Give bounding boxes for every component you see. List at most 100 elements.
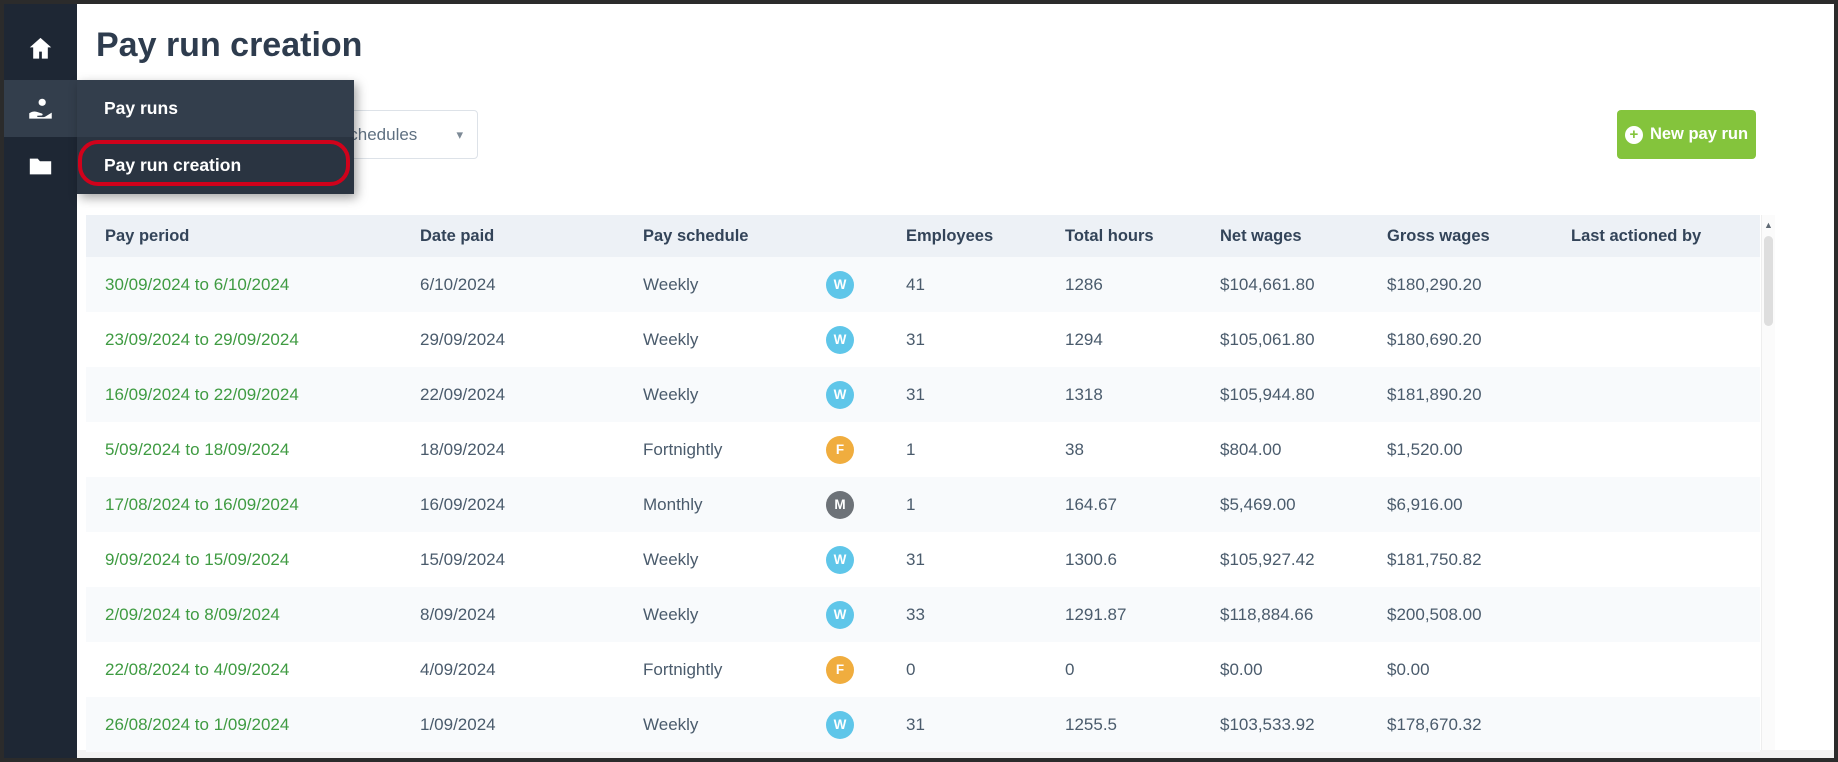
gross-wages-cell: $0.00	[1387, 659, 1430, 679]
net-wages-cell: $5,469.00	[1220, 494, 1296, 514]
gross-wages-cell: $1,520.00	[1387, 439, 1463, 459]
net-wages-cell: $103,533.92	[1220, 714, 1315, 734]
table-row: 5/09/2024 to 18/09/2024 18/09/2024 Fortn…	[86, 422, 1760, 477]
pay-schedule-cell: Fortnightly	[643, 439, 723, 459]
table-row: 17/08/2024 to 16/09/2024 16/09/2024 Mont…	[86, 477, 1760, 532]
employees-cell: 0	[906, 659, 916, 679]
employees-cell: 33	[906, 604, 925, 624]
pay-schedule-cell: Weekly	[643, 384, 699, 404]
table-row: 22/08/2024 to 4/09/2024 4/09/2024 Fortni…	[86, 642, 1760, 697]
total-hours-cell: 1255.5	[1065, 714, 1117, 734]
vertical-scrollbar[interactable]: ▲	[1761, 215, 1775, 750]
employees-cell: 1	[906, 494, 916, 514]
employees-cell: 41	[906, 274, 925, 294]
date-paid-cell: 1/09/2024	[420, 714, 496, 734]
sidebar	[4, 4, 77, 758]
schedule-badge: M	[826, 490, 854, 519]
header-employees[interactable]: Employees	[887, 227, 1046, 246]
header-date-paid[interactable]: Date paid	[401, 227, 624, 246]
pay-period-link[interactable]: 16/09/2024 to 22/09/2024	[105, 385, 299, 404]
net-wages-cell: $105,061.80	[1220, 329, 1315, 349]
pay-period-link[interactable]: 26/08/2024 to 1/09/2024	[105, 715, 289, 734]
pay-period-link[interactable]: 22/08/2024 to 4/09/2024	[105, 660, 289, 679]
pay-schedule-cell: Fortnightly	[643, 659, 723, 679]
date-paid-cell: 8/09/2024	[420, 604, 496, 624]
schedule-badge: W	[826, 600, 854, 629]
plus-icon: +	[1624, 125, 1643, 144]
net-wages-cell: $104,661.80	[1220, 274, 1315, 294]
gross-wages-cell: $200,508.00	[1387, 604, 1482, 624]
date-paid-cell: 16/09/2024	[420, 494, 506, 514]
pay-schedule-cell: Weekly	[643, 714, 699, 734]
date-paid-cell: 15/09/2024	[420, 549, 506, 569]
menu-item-label: Pay run creation	[104, 155, 242, 175]
menu-item-label: Pay runs	[104, 98, 178, 118]
home-icon[interactable]	[4, 22, 77, 74]
total-hours-cell: 1300.6	[1065, 549, 1117, 569]
gross-wages-cell: $178,670.32	[1387, 714, 1482, 734]
pay-period-link[interactable]: 9/09/2024 to 15/09/2024	[105, 550, 289, 569]
employees-cell: 31	[906, 329, 925, 349]
gross-wages-cell: $6,916.00	[1387, 494, 1463, 514]
net-wages-cell: $804.00	[1220, 439, 1282, 459]
header-total-hours[interactable]: Total hours	[1046, 227, 1201, 246]
pay-period-link[interactable]: 5/09/2024 to 18/09/2024	[105, 440, 289, 459]
table-row: 30/09/2024 to 6/10/2024 6/10/2024 Weekly…	[86, 257, 1760, 312]
date-paid-cell: 22/09/2024	[420, 384, 506, 404]
pay-schedule-cell: Monthly	[643, 494, 703, 514]
schedule-badge: W	[826, 380, 854, 409]
employees-cell: 31	[906, 714, 925, 734]
net-wages-cell: $105,944.80	[1220, 384, 1315, 404]
header-net-wages[interactable]: Net wages	[1201, 227, 1368, 246]
pay-schedule-cell: Weekly	[643, 549, 699, 569]
schedule-badge: W	[826, 545, 854, 574]
table-row: 16/09/2024 to 22/09/2024 22/09/2024 Week…	[86, 367, 1760, 422]
total-hours-cell: 1294	[1065, 329, 1103, 349]
pay-schedule-cell: Weekly	[643, 274, 699, 294]
new-pay-run-button[interactable]: + New pay run	[1617, 110, 1756, 159]
home-icon-glyph	[29, 37, 52, 59]
total-hours-cell: 1286	[1065, 274, 1103, 294]
pay-period-link[interactable]: 2/09/2024 to 8/09/2024	[105, 605, 280, 624]
table-body: 30/09/2024 to 6/10/2024 6/10/2024 Weekly…	[86, 257, 1760, 752]
table-header: Pay period Date paid Pay schedule Employ…	[86, 215, 1760, 257]
header-last-actioned-by[interactable]: Last actioned by	[1552, 227, 1760, 246]
scrollbar-thumb[interactable]	[1764, 236, 1773, 326]
menu-item-pay-runs[interactable]: Pay runs	[77, 80, 354, 137]
total-hours-cell: 38	[1065, 439, 1084, 459]
pay-period-link[interactable]: 17/08/2024 to 16/09/2024	[105, 495, 299, 514]
table-row: 26/08/2024 to 1/09/2024 1/09/2024 Weekly…	[86, 697, 1760, 752]
date-paid-cell: 18/09/2024	[420, 439, 506, 459]
employees-cell: 31	[906, 384, 925, 404]
header-gross-wages[interactable]: Gross wages	[1368, 227, 1552, 246]
header-pay-period[interactable]: Pay period	[86, 227, 401, 246]
pay-schedule-cell: Weekly	[643, 329, 699, 349]
date-paid-cell: 6/10/2024	[420, 274, 496, 294]
pay-runs-table: Pay period Date paid Pay schedule Employ…	[86, 215, 1760, 752]
pay-runs-flyout-menu: Pay runs Pay run creation	[77, 80, 354, 194]
total-hours-cell: 1291.87	[1065, 604, 1127, 624]
pay-period-link[interactable]: 23/09/2024 to 29/09/2024	[105, 330, 299, 349]
total-hours-cell: 164.67	[1065, 494, 1117, 514]
pay-runs-icon[interactable]	[4, 82, 77, 134]
date-paid-cell: 29/09/2024	[420, 329, 506, 349]
chevron-down-icon: ▾	[456, 126, 463, 142]
gross-wages-cell: $181,890.20	[1387, 384, 1482, 404]
schedule-badge: W	[826, 710, 854, 739]
gross-wages-cell: $181,750.82	[1387, 549, 1482, 569]
folder-icon-glyph	[29, 158, 52, 174]
folder-icon[interactable]	[4, 140, 77, 192]
pay-schedule-cell: Weekly	[643, 604, 699, 624]
employees-cell: 1	[906, 439, 916, 459]
table-row: 9/09/2024 to 15/09/2024 15/09/2024 Weekl…	[86, 532, 1760, 587]
header-pay-schedule[interactable]: Pay schedule	[624, 227, 807, 246]
menu-item-pay-run-creation[interactable]: Pay run creation	[77, 137, 354, 194]
up-arrow-icon[interactable]: ▲	[1762, 215, 1775, 230]
pay-period-link[interactable]: 30/09/2024 to 6/10/2024	[105, 275, 289, 294]
schedule-badge: W	[826, 325, 854, 354]
schedule-badge: F	[826, 655, 854, 684]
net-wages-cell: $105,927.42	[1220, 549, 1315, 569]
app-window: Pay run creation All pay schedules ▾ + N…	[4, 4, 1834, 758]
gross-wages-cell: $180,690.20	[1387, 329, 1482, 349]
page-title: Pay run creation	[96, 26, 363, 64]
